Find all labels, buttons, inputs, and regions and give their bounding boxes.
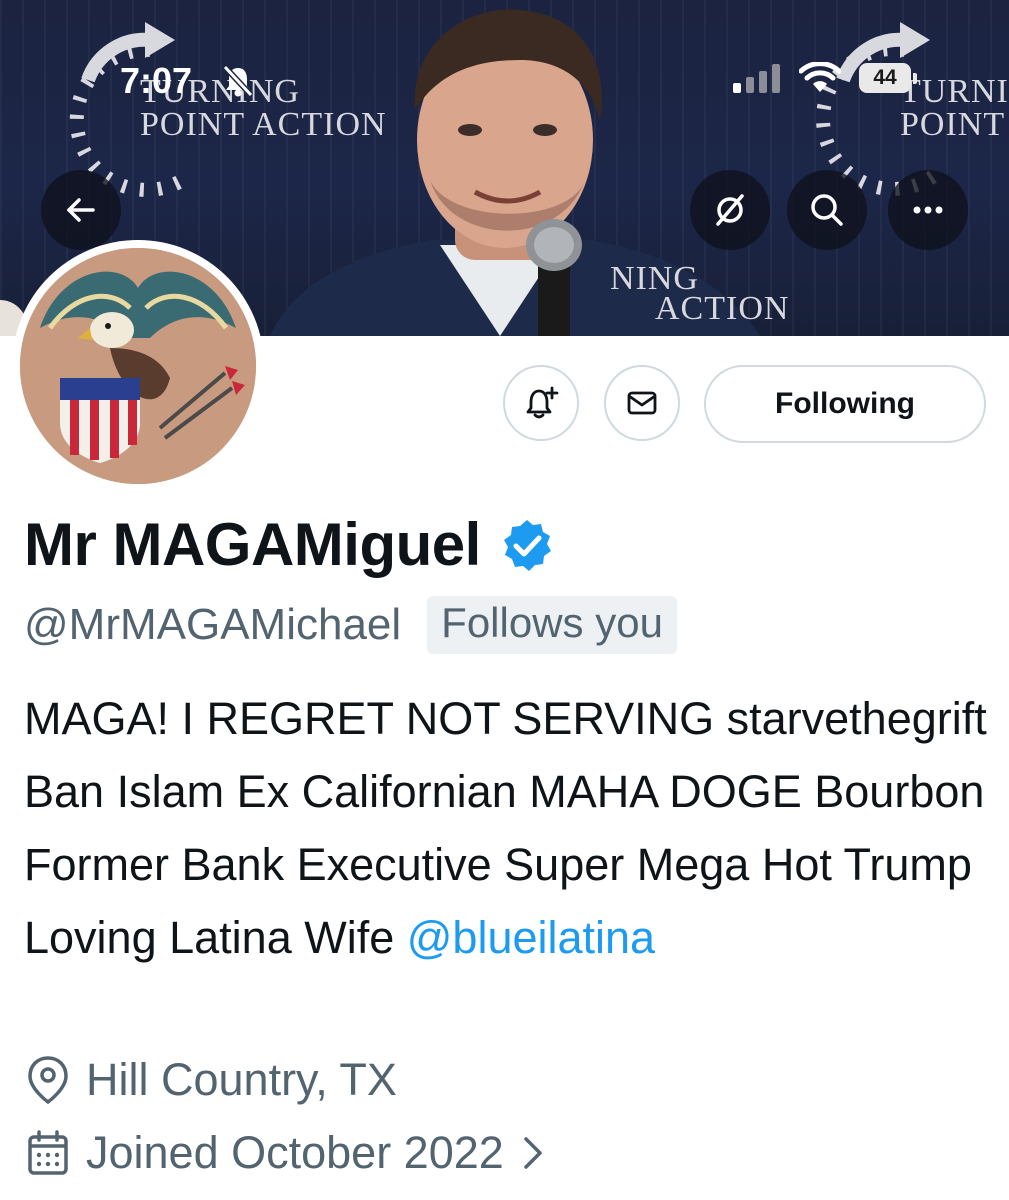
wifi-icon xyxy=(799,62,841,92)
more-icon xyxy=(913,206,943,214)
status-time: 7:07 xyxy=(120,60,193,101)
battery-icon: 44 xyxy=(859,63,917,93)
location-row: Hill Country, TX xyxy=(24,1054,397,1106)
slash-circle-icon xyxy=(716,194,744,226)
location-pin-icon xyxy=(28,1056,68,1105)
search-button[interactable] xyxy=(787,170,867,250)
bio-mention-link[interactable]: @blueilatina xyxy=(407,912,655,963)
chevron-right-icon xyxy=(524,1137,542,1169)
more-button[interactable] xyxy=(888,170,968,250)
message-button[interactable] xyxy=(604,365,680,441)
verified-badge-icon[interactable] xyxy=(499,517,555,573)
bell-plus-icon xyxy=(526,386,559,419)
banner-logo-right-line2: POINT xyxy=(900,106,1006,143)
notifications-button[interactable] xyxy=(503,365,579,441)
display-name: Mr MAGAMiguel xyxy=(24,511,481,578)
name-row: Mr MAGAMiguel xyxy=(24,512,555,578)
avatar-image xyxy=(20,248,256,484)
banner-logo-line2: POINT ACTION xyxy=(140,106,387,143)
cellular-signal-icon xyxy=(733,64,780,93)
envelope-icon xyxy=(627,391,657,415)
search-icon xyxy=(811,194,843,226)
joined-text: Joined October 2022 xyxy=(86,1127,504,1178)
calendar-icon xyxy=(28,1130,68,1175)
following-button[interactable]: Following xyxy=(704,365,986,443)
battery-level: 44 xyxy=(859,63,911,93)
eagle-tattoo-image xyxy=(20,248,256,484)
bell-slash-icon xyxy=(222,64,254,98)
handle-row: @MrMAGAMichael Follows you xyxy=(24,596,677,655)
handle: @MrMAGAMichael xyxy=(24,600,402,650)
back-arrow-icon xyxy=(67,198,95,222)
banner-logo-center-line2: ACTION xyxy=(655,290,790,327)
status-indicators: 44 xyxy=(733,62,917,94)
back-button[interactable] xyxy=(41,170,121,250)
joined-row[interactable]: Joined October 2022 xyxy=(24,1127,548,1179)
bio: MAGA! I REGRET NOT SERVING starvethegrif… xyxy=(24,682,994,974)
location-text: Hill Country, TX xyxy=(86,1054,397,1105)
follows-you-badge: Follows you xyxy=(427,596,677,655)
grok-button[interactable] xyxy=(690,170,770,250)
avatar[interactable] xyxy=(12,240,264,492)
